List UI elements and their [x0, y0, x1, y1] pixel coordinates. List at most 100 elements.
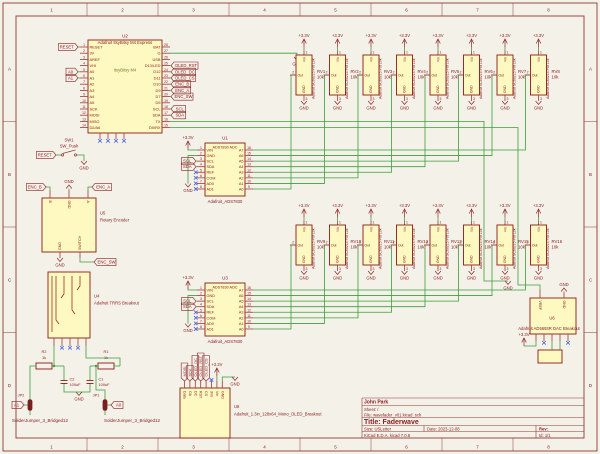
pin-number: 2 [200, 292, 202, 296]
solder-jumper-jp1[interactable] [103, 399, 108, 411]
pin-number: 3 [306, 97, 308, 101]
ground-label: GND [64, 179, 73, 184]
ground-symbol[interactable] [301, 271, 307, 275]
ground-symbol[interactable] [502, 101, 508, 105]
pin-name: A6 [239, 294, 244, 298]
push-switch-contact[interactable] [61, 154, 63, 156]
c1-ref: C1 [99, 377, 104, 382]
net-label-text: ENC_B [28, 185, 42, 190]
pin-number: 8 [200, 325, 202, 329]
ground-label: GND [500, 276, 509, 281]
power-3v3-label: +3.3V [432, 203, 443, 208]
pin-number: 1 [540, 221, 542, 225]
pin-number: 28 [164, 43, 168, 47]
ground-symbol[interactable] [301, 101, 307, 105]
ground-symbol[interactable] [502, 271, 508, 275]
ground-symbol[interactable] [561, 288, 567, 292]
pin-name: A6 [239, 154, 244, 158]
pin-number: 3 [200, 297, 202, 301]
pin-name: AD0 [207, 322, 214, 326]
pin-name: A2 [239, 176, 244, 180]
no-connect-marker [60, 346, 64, 350]
no-connect-marker [542, 341, 546, 345]
pin-name: Vin [369, 57, 373, 62]
pin-number: 3 [440, 267, 442, 271]
ground-symbol[interactable] [469, 271, 475, 275]
pin-name: AREF [90, 57, 101, 62]
pin-number: 1 [200, 146, 202, 150]
grid-ref-col: 7 [476, 8, 479, 13]
grid-ref-col: 1 [50, 8, 53, 13]
ground-symbol[interactable] [402, 271, 408, 275]
push-switch-contact[interactable] [74, 154, 76, 156]
pin-name: Vin [436, 57, 440, 62]
pin-name: Vin [403, 57, 407, 62]
pin-number: 2 [359, 241, 361, 245]
pin-name: RST [199, 391, 203, 399]
pin-name: SDA [153, 113, 161, 118]
pin-name: GND [562, 301, 566, 309]
resistor-r1[interactable] [98, 363, 114, 369]
ground-symbol[interactable] [368, 101, 374, 105]
ground-symbol[interactable] [57, 258, 63, 262]
pin-name: A1 [239, 182, 244, 186]
power-3v3-label: +3.3V [432, 33, 443, 38]
net-label-text: ENC_SW [175, 94, 193, 99]
resistor-r2[interactable] [36, 363, 52, 369]
pin-number: 2 [393, 241, 395, 245]
power-3v3-label: +3.3V [466, 33, 477, 38]
pin-name: Out [465, 74, 471, 78]
solder-jumper-jp2[interactable] [28, 399, 33, 411]
ground-symbol[interactable] [335, 101, 341, 105]
ground-symbol[interactable] [232, 377, 238, 381]
pin-name: GND [403, 85, 407, 93]
pin-number: 2 [426, 71, 428, 75]
ground-symbol[interactable] [505, 281, 511, 285]
ground-symbol[interactable] [435, 271, 441, 275]
ground-symbol[interactable] [402, 101, 408, 105]
trrs-body[interactable] [48, 272, 90, 338]
pin-number: 3 [507, 267, 509, 271]
ground-symbol[interactable] [469, 101, 475, 105]
pin-number: 27 [164, 49, 168, 53]
pin-name: Vin [369, 227, 373, 232]
pin-name: VHI [90, 63, 97, 68]
slider-part-text: Adafruit SC60215 Pot 10k [345, 228, 349, 269]
ground-symbol[interactable] [368, 271, 374, 275]
ground-symbol[interactable] [435, 101, 441, 105]
pin-number: 16 [247, 146, 251, 150]
pin-number: 2 [83, 49, 85, 53]
jp2-value: SolderJumper_3_Bridged12 [12, 418, 69, 423]
ground-label: GND [366, 106, 375, 111]
ground-symbol[interactable] [76, 392, 82, 396]
audio-connector-body[interactable] [538, 350, 562, 363]
power-3v3-label: +3.3V [399, 33, 410, 38]
push-switch-lever[interactable] [63, 150, 76, 154]
pin-name: D5 [156, 100, 161, 105]
adc2-ref: U3 [222, 276, 228, 281]
pin-number: 3 [83, 55, 85, 59]
pin-number: 7 [200, 179, 202, 183]
pin-name: Out [365, 74, 371, 78]
adc1-ref: U1 [222, 136, 228, 141]
grid-ref-col: 1 [50, 445, 53, 450]
ground-symbol[interactable] [66, 185, 72, 189]
ground-symbol[interactable] [335, 271, 341, 275]
no-connect-marker [114, 139, 118, 143]
dac-value: Adafruit AD5693R DAC Breakout [518, 326, 580, 331]
ground-label: GND [299, 106, 308, 111]
ground-symbol[interactable] [536, 271, 542, 275]
ground-symbol[interactable] [536, 101, 542, 105]
pin-number: 14 [247, 297, 251, 301]
ground-symbol[interactable] [185, 324, 191, 328]
ground-symbol[interactable] [81, 161, 87, 165]
pin-name: GND [537, 85, 541, 93]
pin-name: A4 [239, 165, 244, 169]
pin-name: Vin [302, 227, 306, 232]
pin-name: GND [470, 255, 474, 263]
pin-name: D12 [153, 69, 160, 74]
ground-symbol[interactable] [185, 184, 191, 188]
schematic-canvas[interactable]: John Park Sheet: / File: wavefader_v01.k… [0, 0, 600, 454]
pin-name: GND [436, 85, 440, 93]
grid-ref-col: 2 [121, 445, 124, 450]
